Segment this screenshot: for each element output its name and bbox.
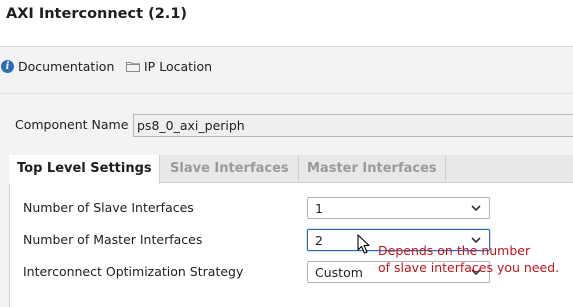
tab-bar: Top Level Settings Slave Interfaces Mast… bbox=[9, 155, 573, 184]
ip-location-label: IP Location bbox=[144, 58, 213, 74]
slave-interfaces-label: Number of Slave Interfaces bbox=[23, 200, 194, 215]
master-interfaces-value: 2 bbox=[315, 233, 323, 248]
tab-slave-interfaces[interactable]: Slave Interfaces bbox=[162, 155, 298, 183]
optimization-strategy-value: Custom bbox=[315, 265, 363, 280]
master-interfaces-label: Number of Master Interfaces bbox=[23, 232, 203, 247]
toolbar: i Documentation IP Location bbox=[0, 55, 573, 77]
annotation-line-2: of slave interfaces you need. bbox=[378, 260, 560, 275]
slave-interfaces-select[interactable]: 1 bbox=[307, 197, 490, 219]
annotation-note: Depends on the number of slave interface… bbox=[378, 242, 573, 276]
window-title: AXI Interconnect (2.1) bbox=[6, 6, 188, 22]
tab-master-interfaces[interactable]: Master Interfaces bbox=[298, 155, 446, 183]
component-name-field[interactable]: ps8_0_axi_periph bbox=[133, 114, 573, 137]
ip-location-button[interactable]: IP Location bbox=[126, 56, 212, 76]
tab-top-level-settings[interactable]: Top Level Settings bbox=[9, 155, 160, 184]
annotation-line-1: Depends on the number bbox=[378, 243, 531, 258]
slave-interfaces-value: 1 bbox=[315, 201, 323, 216]
optimization-strategy-label: Interconnect Optimization Strategy bbox=[23, 264, 244, 279]
divider bbox=[0, 93, 573, 94]
folder-icon bbox=[126, 61, 140, 72]
documentation-label: Documentation bbox=[18, 58, 115, 74]
documentation-button[interactable]: i Documentation bbox=[1, 56, 114, 76]
mouse-cursor-icon bbox=[357, 234, 370, 254]
component-name-label: Component Name bbox=[15, 117, 129, 132]
chevron-down-icon bbox=[471, 205, 481, 212]
dialog-header: AXI Interconnect (2.1) bbox=[0, 0, 573, 47]
info-icon: i bbox=[1, 59, 14, 73]
